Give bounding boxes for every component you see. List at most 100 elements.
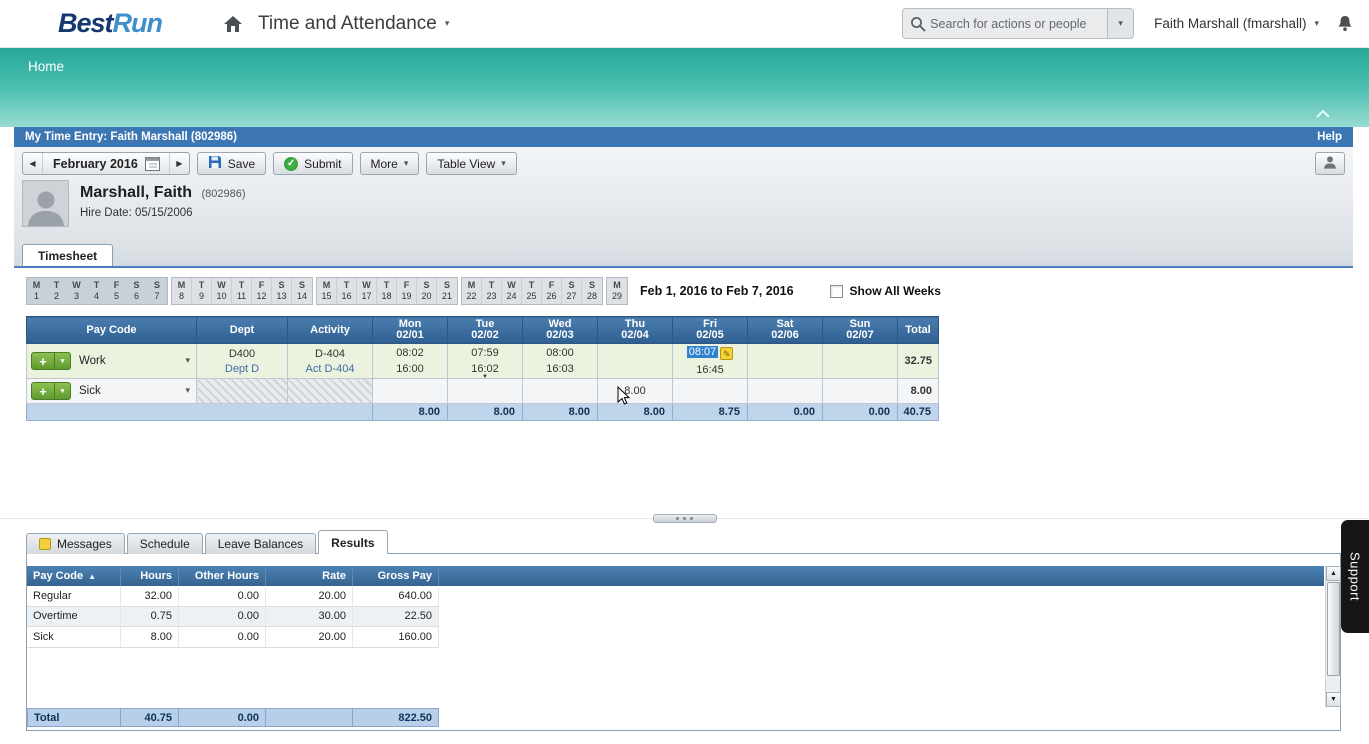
- chevron-down-icon: ▾: [1314, 18, 1319, 29]
- tab-schedule[interactable]: Schedule: [127, 533, 203, 554]
- time-cell[interactable]: [673, 379, 748, 404]
- day-number: 15: [317, 290, 336, 304]
- more-label: More: [371, 157, 398, 171]
- activity-name-link[interactable]: Act D-404: [288, 363, 372, 375]
- pay-code-dropdown-icon[interactable]: ▾: [185, 355, 190, 366]
- result-hours: 0.75: [121, 607, 179, 627]
- next-period-button[interactable]: ▶: [169, 153, 189, 174]
- bestrun-logo[interactable]: BestRun: [58, 8, 162, 39]
- grand-total: 40.75: [898, 404, 939, 421]
- help-link[interactable]: Help: [1317, 131, 1342, 143]
- dept-cell[interactable]: D400 Dept D: [197, 344, 288, 379]
- results-col-header-gross-pay[interactable]: Gross Pay: [353, 566, 439, 586]
- add-row-dropdown-button[interactable]: ▾: [55, 382, 71, 400]
- search-input[interactable]: [930, 17, 1107, 31]
- add-row-button[interactable]: +: [31, 352, 55, 370]
- user-menu[interactable]: Faith Marshall (fmarshall) ▾: [1154, 16, 1319, 31]
- day-number: 20: [417, 290, 436, 304]
- scroll-up-button[interactable]: ▲: [1326, 566, 1341, 581]
- time-cell[interactable]: 07:5916:02▼: [448, 344, 523, 379]
- pay-code-cell[interactable]: +▾Work▾: [27, 344, 197, 379]
- time-cell[interactable]: 08:07✎16:45: [673, 344, 748, 379]
- result-other-hours: 0.00: [179, 607, 266, 627]
- time-cell[interactable]: [748, 344, 823, 379]
- time-cell[interactable]: [823, 379, 898, 404]
- day-letter: T: [482, 278, 501, 290]
- support-tab[interactable]: Support: [1341, 520, 1369, 633]
- day-number: 24: [502, 290, 521, 304]
- add-row-button[interactable]: +: [31, 382, 55, 400]
- results-col-header-rate[interactable]: Rate: [266, 566, 353, 586]
- results-col-header-pay-code[interactable]: Pay Code▲: [27, 566, 121, 586]
- day-number: 2: [47, 290, 66, 304]
- day-letter: T: [377, 278, 396, 290]
- time-cell[interactable]: [823, 344, 898, 379]
- app-window: BestRun Time and Attendance ▾ ▾ Faith Ma…: [0, 0, 1369, 744]
- week-group-2[interactable]: M8T9W10T11F12S13S14: [171, 277, 313, 305]
- home-icon[interactable]: [224, 16, 242, 32]
- tab-timesheet[interactable]: Timesheet: [22, 244, 113, 266]
- pay-code-cell[interactable]: +▾Sick▾: [27, 379, 197, 404]
- week-group-3[interactable]: M15T16W17T18F19S20S21: [316, 277, 458, 305]
- timesheet-tabstrip: Timesheet: [14, 245, 1353, 268]
- day-letter: F: [397, 278, 416, 290]
- module-title-menu[interactable]: Time and Attendance ▾: [258, 13, 449, 35]
- day-letter: S: [417, 278, 436, 290]
- scrollbar-thumb[interactable]: [1327, 582, 1340, 676]
- submit-button[interactable]: ✓ Submit: [273, 152, 352, 175]
- period-navigator: ◀ February 2016 ▶: [22, 152, 190, 175]
- pay-code-dropdown-icon[interactable]: ▾: [185, 385, 190, 396]
- show-all-weeks[interactable]: Show All Weeks: [830, 284, 941, 298]
- results-col-header-hours[interactable]: Hours: [121, 566, 179, 586]
- search-dropdown-button[interactable]: ▾: [1107, 9, 1133, 38]
- tab-messages[interactable]: Messages: [26, 533, 125, 554]
- activity-cell[interactable]: D-404Act D-404: [288, 344, 373, 379]
- col-header-mon: Mon02/01: [373, 317, 448, 344]
- breadcrumb-home[interactable]: Home: [28, 59, 64, 74]
- time-cell[interactable]: 08:0016:03: [523, 344, 598, 379]
- day-number: 28: [582, 290, 602, 304]
- save-button[interactable]: Save: [197, 152, 266, 175]
- time-cell[interactable]: [448, 379, 523, 404]
- show-all-weeks-checkbox[interactable]: [830, 285, 843, 298]
- time-cell[interactable]: 8.00: [598, 379, 673, 404]
- add-row-dropdown-button[interactable]: ▾: [55, 352, 71, 370]
- time-in-editing[interactable]: 08:07: [687, 346, 719, 358]
- results-panel: Pay Code▲HoursOther HoursRateGross Pay R…: [26, 553, 1341, 731]
- tab-results[interactable]: Results: [318, 530, 387, 554]
- results-scrollbar[interactable]: ▲ ▼: [1325, 566, 1340, 707]
- dept-code: D400: [197, 348, 287, 360]
- week-selector: M1T2W3T4F5S6S7M8T9W10T11F12S13S14M15T16W…: [26, 277, 1339, 305]
- time-cell[interactable]: 08:0216:00: [373, 344, 448, 379]
- panel-resize-handle[interactable]: [653, 514, 717, 523]
- calendar-icon[interactable]: [145, 156, 160, 171]
- result-hours: 8.00: [121, 627, 179, 647]
- search-box[interactable]: ▾: [902, 8, 1134, 39]
- week-day: F26: [542, 278, 562, 304]
- week-group-4[interactable]: M22T23W24T25F26S27S28: [461, 277, 603, 305]
- collapse-chevron-up-icon[interactable]: [1315, 109, 1331, 119]
- table-view-button[interactable]: Table View ▾: [426, 152, 516, 175]
- notifications-bell-icon[interactable]: [1337, 15, 1353, 32]
- day-letter: S: [272, 278, 291, 290]
- tab-leave-balances[interactable]: Leave Balances: [205, 533, 316, 554]
- day-number: 12: [252, 290, 271, 304]
- week-group-1[interactable]: M1T2W3T4F5S6S7: [26, 277, 168, 305]
- time-cell[interactable]: [598, 344, 673, 379]
- scroll-down-button[interactable]: ▼: [1326, 692, 1341, 707]
- time-cell[interactable]: [373, 379, 448, 404]
- day-letter: W: [502, 278, 521, 290]
- week-groups: M1T2W3T4F5S6S7M8T9W10T11F12S13S14M15T16W…: [26, 277, 628, 305]
- logo-best: Best: [58, 8, 113, 38]
- time-cell[interactable]: [748, 379, 823, 404]
- week-group-5[interactable]: M29: [606, 277, 628, 305]
- day-letter: T: [192, 278, 211, 290]
- prev-period-button[interactable]: ◀: [23, 153, 43, 174]
- week-day: M1: [27, 278, 47, 304]
- results-col-header-other-hours[interactable]: Other Hours: [179, 566, 266, 586]
- more-button[interactable]: More ▾: [360, 152, 420, 175]
- day-letter: S: [437, 278, 457, 290]
- dept-name-link[interactable]: Dept D: [197, 363, 287, 375]
- person-view-button[interactable]: [1315, 152, 1345, 175]
- time-cell[interactable]: [523, 379, 598, 404]
